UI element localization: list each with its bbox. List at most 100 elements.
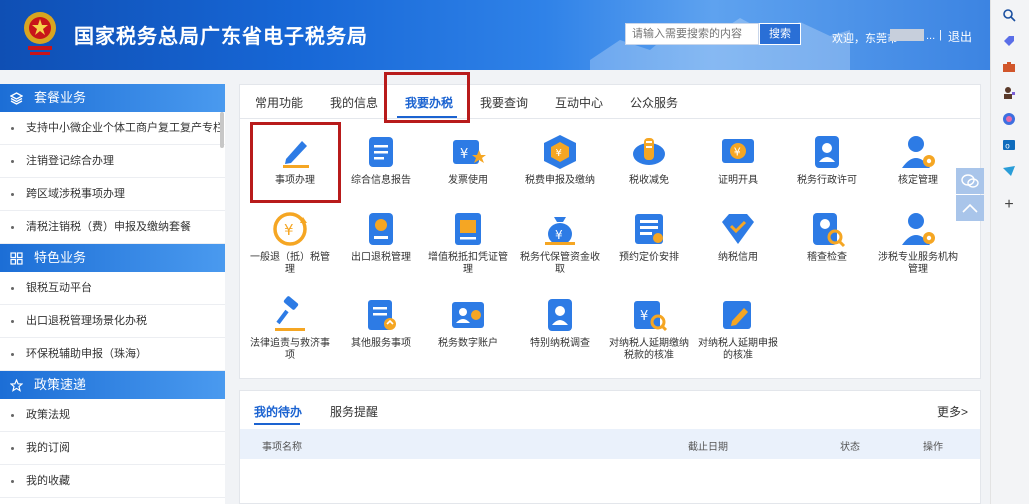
tab-interaction[interactable]: 互动中心 <box>555 94 603 111</box>
left-sidebar: 套餐业务 支持中小微企业个体工商户复工复产专栏 注销登记综合办理 跨区域涉税事项… <box>0 84 225 504</box>
tab-my-todo[interactable]: 我的待办 <box>254 403 302 420</box>
service-item[interactable]: ¥ 税务代保管资金收取 <box>518 209 602 276</box>
digital-account-icon <box>452 302 484 328</box>
service-item[interactable]: 税收减免 <box>607 132 691 187</box>
tab-my-info[interactable]: 我的信息 <box>330 94 378 111</box>
special-tax-icon <box>548 299 572 331</box>
sidebar-item-tax-clearance[interactable]: 清税注销税（费）申报及缴纳套餐 <box>0 211 225 244</box>
toolbox-icon[interactable] <box>1000 58 1018 76</box>
todo-tab-underline <box>254 423 300 425</box>
service-item[interactable]: 其他服务事项 <box>339 295 423 350</box>
service-item[interactable]: 涉税专业服务机构管理 <box>876 209 960 276</box>
more-link[interactable]: 更多> <box>937 403 968 420</box>
pencil-icon <box>283 141 309 168</box>
column-header: 操作 <box>923 442 943 453</box>
logout-link[interactable]: 退出 <box>948 28 972 45</box>
svg-text:¥: ¥ <box>734 146 741 159</box>
service-item[interactable]: ¥ 证明开具 <box>696 132 780 187</box>
add-icon[interactable]: + <box>1000 196 1018 214</box>
section-title: 套餐业务 <box>34 90 87 105</box>
service-item[interactable]: 税务数字账户 <box>426 295 510 350</box>
service-item[interactable]: 事项办理 <box>253 132 337 187</box>
credit-shield-icon <box>722 214 754 244</box>
send-icon[interactable] <box>1000 162 1018 180</box>
header-separator: | <box>939 29 942 41</box>
services-card: 常用功能 我的信息 我要办税 我要查询 互动中心 公众服务 事项办理 综合信息报… <box>239 72 981 379</box>
sidebar-item-export-refund[interactable]: 出口退税管理场景化办税 <box>0 305 225 338</box>
refund-icon: ¥ <box>273 212 307 246</box>
search-button[interactable]: 搜索 <box>759 23 801 45</box>
sidebar-item-resumption[interactable]: 支持中小微企业个体工商户复工复产专栏 <box>0 112 225 145</box>
delay-pay-icon: ¥ <box>634 301 668 332</box>
star-icon <box>10 379 23 392</box>
agency-icon <box>902 213 935 245</box>
search-icon[interactable] <box>1000 6 1018 24</box>
service-item[interactable]: 法律追责与救济事项 <box>248 295 332 362</box>
service-item[interactable]: ¥ 一般退（抵）税管理 <box>248 209 332 276</box>
service-item[interactable]: 对纳税人延期申报的核准 <box>696 295 780 362</box>
inspect-icon <box>813 213 846 248</box>
section-title: 特色业务 <box>34 250 87 265</box>
service-item[interactable]: 纳税信用 <box>696 209 780 264</box>
tab-service-reminder[interactable]: 服务提醒 <box>330 403 378 420</box>
grid-icon <box>10 252 23 265</box>
sidebar-item-favorites[interactable]: 我的收藏 <box>0 465 225 498</box>
certificate-icon: ¥ <box>722 139 754 163</box>
welcome-text: 欢迎，东莞市 <box>832 33 898 45</box>
svg-text:o: o <box>1005 142 1010 151</box>
chat-bubble-icon <box>961 174 979 188</box>
service-item[interactable]: 综合信息报告 <box>339 132 423 187</box>
sidebar-item-env-tax[interactable]: 环保税辅助申报（珠海） <box>0 338 225 371</box>
export-refund-icon <box>369 213 393 245</box>
browser-sidebar: o + <box>990 0 1029 504</box>
chat-float-button[interactable] <box>956 168 984 194</box>
sidebar-item-bank-tax[interactable]: 银税互动平台 <box>0 272 225 305</box>
svg-text:¥: ¥ <box>640 309 648 324</box>
service-item[interactable]: 稽查检查 <box>785 209 869 264</box>
service-item[interactable]: 税务行政许可 <box>785 132 869 187</box>
tab-common-functions[interactable]: 常用功能 <box>255 94 303 111</box>
invoice-icon: ¥ <box>453 140 486 164</box>
layers-icon <box>10 92 23 105</box>
highlight-box-tab <box>384 72 470 123</box>
license-icon <box>815 136 839 168</box>
tax-declare-icon: ¥ <box>544 135 576 169</box>
service-item[interactable]: ¥ 税费申报及缴纳 <box>518 132 602 187</box>
column-header: 事项名称 <box>262 442 302 453</box>
site-header: 国家税务总局广东省电子税务局 搜索 欢迎，东莞市 ... | 退出 <box>0 0 990 70</box>
sidebar-item-deregistration[interactable]: 注销登记综合办理 <box>0 145 225 178</box>
svg-text:¥: ¥ <box>460 147 468 162</box>
tag-icon[interactable] <box>1000 32 1018 50</box>
coins-icon <box>633 138 665 165</box>
outlook-icon[interactable]: o <box>1000 136 1018 154</box>
copilot-icon[interactable] <box>1000 110 1018 128</box>
chevron-up-icon <box>962 203 978 213</box>
service-item[interactable]: 核定管理 <box>876 132 960 187</box>
page-body: 套餐业务 支持中小微企业个体工商户复工复产专栏 注销登记综合办理 跨区域涉税事项… <box>0 70 990 504</box>
svg-text:¥: ¥ <box>556 148 562 159</box>
service-item[interactable]: 出口退税管理 <box>339 209 423 264</box>
back-to-top-button[interactable] <box>956 195 984 221</box>
tax-emblem-icon <box>24 12 56 55</box>
sidebar-item-subscriptions[interactable]: 我的订阅 <box>0 432 225 465</box>
svg-text:¥: ¥ <box>555 228 563 242</box>
tab-query[interactable]: 我要查询 <box>480 94 528 111</box>
main-tabs: 常用功能 我的信息 我要办税 我要查询 互动中心 公众服务 <box>240 85 980 119</box>
tab-public-service[interactable]: 公众服务 <box>630 94 678 111</box>
search-input[interactable] <box>625 23 759 45</box>
service-item[interactable]: 预约定价安排 <box>607 209 691 264</box>
sidebar-item-cross-region[interactable]: 跨区域涉税事项办理 <box>0 178 225 211</box>
section-featured-business[interactable]: 特色业务 <box>0 244 225 272</box>
todo-card: 我的待办 服务提醒 更多> 事项名称 截止日期 状态 操作 <box>239 390 981 504</box>
user-chess-icon[interactable] <box>1000 84 1018 102</box>
sidebar-scrollbar[interactable] <box>220 112 224 148</box>
service-item[interactable]: ¥ 对纳税人延期缴纳税款的核准 <box>607 295 691 362</box>
service-item[interactable]: 增值税抵扣凭证管理 <box>426 209 510 276</box>
sidebar-item-policy-law[interactable]: 政策法规 <box>0 399 225 432</box>
section-policy-express[interactable]: 政策速递 <box>0 371 225 399</box>
section-package-business[interactable]: 套餐业务 <box>0 84 225 112</box>
service-item[interactable]: ¥ 发票使用 <box>426 132 510 187</box>
section-title: 政策速递 <box>34 377 87 392</box>
service-item[interactable]: 特别纳税调查 <box>518 295 602 350</box>
todo-table-header: 事项名称 截止日期 状态 操作 <box>240 429 980 459</box>
